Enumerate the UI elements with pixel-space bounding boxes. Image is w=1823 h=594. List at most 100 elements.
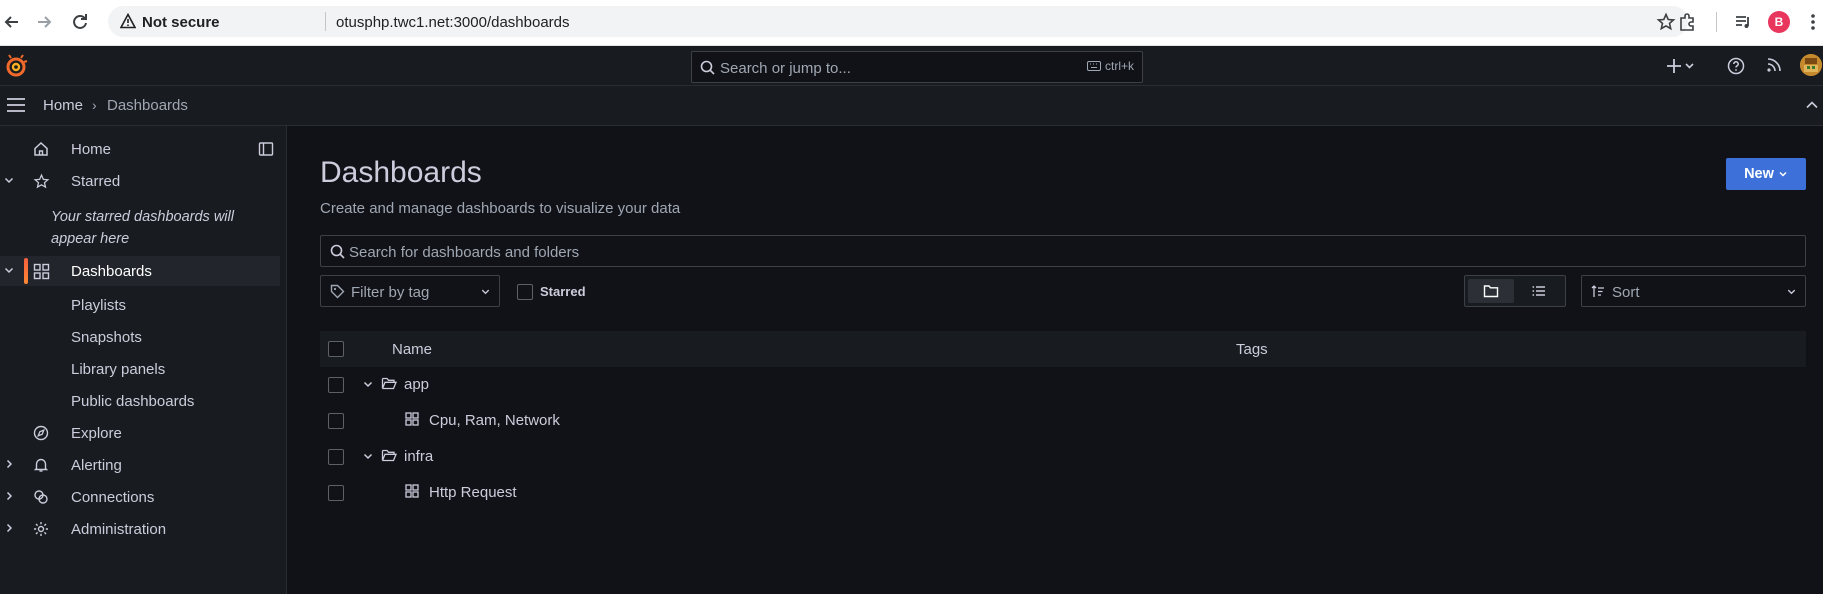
browser-toolbar: Not secure otusphp.twc1.net:3000/dashboa… (0, 0, 1823, 46)
sidebar-item-playlists[interactable]: Playlists (71, 297, 126, 314)
sidebar-item-label: Alerting (71, 457, 122, 474)
sidebar-item-label: Dashboards (71, 263, 152, 280)
folder-name[interactable]: infra (404, 448, 433, 465)
more-vertical-icon[interactable] (1808, 12, 1818, 32)
sidebar-item-alerting[interactable]: Alerting (0, 450, 280, 480)
folder-view-icon[interactable] (1468, 279, 1514, 303)
new-button-label: New (1744, 166, 1774, 182)
sidebar-item-home[interactable]: Home (0, 134, 280, 164)
sidebar-item-public-dashboards[interactable]: Public dashboards (71, 393, 194, 410)
table-row[interactable]: infra (320, 439, 1806, 475)
dashboard-grid-icon (405, 412, 419, 426)
page-title: Dashboards (320, 156, 482, 189)
chevron-down-icon[interactable] (3, 174, 15, 186)
sidebar-item-administration[interactable]: Administration (0, 514, 280, 544)
add-plus-icon[interactable] (1666, 57, 1696, 75)
table-row[interactable]: Http Request (320, 475, 1806, 511)
row-checkbox[interactable] (328, 413, 344, 429)
page-subtitle: Create and manage dashboards to visualiz… (320, 200, 681, 217)
breadcrumb-current: Dashboards (107, 97, 188, 114)
compass-icon (33, 425, 49, 441)
profile-avatar[interactable]: B (1768, 11, 1790, 33)
list-view-icon[interactable] (1516, 279, 1562, 303)
security-label[interactable]: Not secure (142, 14, 220, 31)
sidebar-item-connections[interactable]: Connections (0, 482, 280, 512)
sidebar-item-label: Starred (71, 173, 121, 190)
tag-icon (330, 284, 345, 299)
media-queue-icon[interactable] (1733, 12, 1753, 32)
extensions-icon[interactable] (1677, 12, 1697, 32)
gear-icon (33, 521, 49, 537)
breadcrumb-bar: Home › Dashboards (0, 86, 1823, 126)
sidebar-item-explore[interactable]: Explore (0, 418, 280, 448)
dashboard-search-placeholder: Search for dashboards and folders (349, 244, 580, 261)
sidebar-item-label: Connections (71, 489, 155, 506)
sort-select[interactable]: Sort (1581, 275, 1806, 307)
dashboard-grid-icon (405, 484, 419, 498)
dock-menu-icon[interactable] (258, 141, 274, 157)
chevron-down-icon[interactable] (362, 378, 374, 390)
starred-checkbox-label[interactable]: Starred (540, 284, 586, 299)
sidebar-item-label: Administration (71, 521, 167, 538)
back-arrow-icon[interactable] (2, 12, 22, 32)
sort-icon (1591, 285, 1605, 298)
star-icon (33, 173, 50, 190)
address-divider (325, 12, 326, 31)
chevron-right-icon[interactable] (3, 522, 15, 534)
chevron-down-icon[interactable] (362, 450, 374, 462)
hamburger-menu-icon[interactable] (6, 96, 26, 114)
grafana-topbar: Search or jump to... ctrl+k (0, 46, 1823, 86)
url-text[interactable]: otusphp.twc1.net:3000/dashboards (336, 14, 570, 31)
starred-empty-message: Your starred dashboards will appear here (51, 209, 234, 247)
column-header-name[interactable]: Name (392, 341, 432, 358)
chevron-up-icon[interactable] (1805, 98, 1819, 112)
dashboard-search-input[interactable]: Search for dashboards and folders (320, 235, 1806, 267)
global-search-input[interactable]: Search or jump to... ctrl+k (691, 51, 1143, 83)
row-checkbox[interactable] (328, 377, 344, 393)
new-button[interactable]: New (1726, 158, 1806, 190)
select-all-checkbox[interactable] (328, 341, 344, 357)
folder-name[interactable]: app (404, 376, 429, 393)
sidebar-nav: Home Starred Your starred dashboards wil… (0, 126, 287, 594)
home-icon (33, 141, 49, 157)
reload-icon[interactable] (70, 12, 90, 32)
shortcut-label: ctrl+k (1104, 59, 1134, 73)
search-icon (700, 60, 715, 75)
table-row[interactable]: app (320, 367, 1806, 403)
address-bar[interactable]: Not secure otusphp.twc1.net:3000/dashboa… (108, 6, 1688, 37)
chevron-down-icon[interactable] (3, 264, 15, 276)
chevron-right-icon[interactable] (3, 458, 15, 470)
sidebar-item-starred[interactable]: Starred (0, 166, 280, 196)
breadcrumb-home[interactable]: Home (43, 97, 83, 114)
table-row[interactable]: Cpu, Ram, Network (320, 403, 1806, 439)
dashboard-name[interactable]: Cpu, Ram, Network (429, 412, 560, 429)
starred-checkbox[interactable] (517, 284, 533, 300)
user-avatar[interactable] (1800, 54, 1822, 76)
toolbar-divider (1716, 12, 1717, 32)
forward-arrow-icon[interactable] (34, 12, 54, 32)
active-indicator (24, 258, 28, 284)
sidebar-item-dashboards[interactable]: Dashboards (0, 256, 280, 286)
news-rss-icon[interactable] (1766, 57, 1782, 73)
sidebar-item-snapshots[interactable]: Snapshots (71, 329, 142, 346)
grafana-logo-icon[interactable] (4, 54, 28, 78)
bookmark-star-icon[interactable] (1656, 12, 1676, 32)
warning-icon (120, 13, 136, 29)
row-checkbox[interactable] (328, 449, 344, 465)
dashboard-name[interactable]: Http Request (429, 484, 517, 501)
row-checkbox[interactable] (328, 485, 344, 501)
keyboard-shortcut: ctrl+k (1086, 59, 1134, 73)
sidebar-item-label: Explore (71, 425, 122, 442)
sidebar-item-label: Home (71, 141, 112, 158)
apps-grid-icon (33, 263, 50, 280)
chevron-right-icon[interactable] (3, 490, 15, 502)
table-header: Name Tags (320, 331, 1806, 367)
bell-icon (33, 457, 49, 473)
sidebar-item-library-panels[interactable]: Library panels (71, 361, 165, 378)
main-content: Dashboards Create and manage dashboards … (288, 126, 1823, 594)
help-icon[interactable] (1727, 57, 1745, 75)
folder-open-icon (381, 448, 397, 463)
column-header-tags: Tags (1236, 341, 1268, 358)
tag-filter-select[interactable]: Filter by tag (320, 275, 500, 307)
search-icon (330, 244, 345, 259)
